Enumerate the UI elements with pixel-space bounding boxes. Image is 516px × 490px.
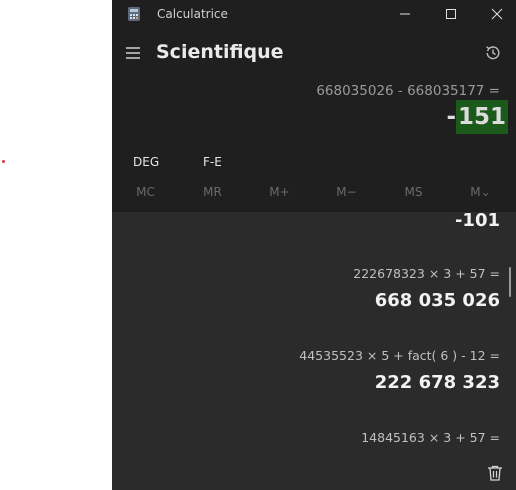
hamburger-icon[interactable]: [124, 44, 142, 62]
maximize-icon: [446, 9, 456, 19]
memory-list-button[interactable]: M⌄: [447, 185, 514, 199]
history-result[interactable]: 222 678 323: [375, 372, 500, 393]
minimize-button[interactable]: [382, 0, 428, 28]
minimize-icon: [400, 13, 410, 15]
history-result[interactable]: -101: [455, 210, 500, 231]
history-result[interactable]: 668 035 026: [375, 290, 500, 311]
memory-row: MC MR M+ M− MS M⌄: [112, 185, 516, 203]
result-selected-text[interactable]: 151: [455, 100, 508, 134]
memory-add-button[interactable]: M+: [246, 185, 313, 199]
history-expression[interactable]: 44535523 × 5 + fact( 6 ) - 12 =: [299, 348, 500, 363]
memory-store-button[interactable]: MS: [380, 185, 447, 199]
history-panel[interactable]: -101 222678323 × 3 + 57 = 668 035 026 44…: [112, 210, 516, 490]
mode-title: Scientifique: [156, 41, 284, 63]
memory-clear-button[interactable]: MC: [112, 185, 179, 199]
history-expression[interactable]: 14845163 × 3 + 57 =: [361, 430, 500, 445]
history-icon[interactable]: [484, 44, 502, 62]
trash-icon[interactable]: [486, 464, 504, 482]
calculator-window: Calculatrice Scientifique 668035026 - 66…: [112, 0, 516, 490]
result-display[interactable]: - 151: [446, 100, 508, 134]
close-icon: [491, 8, 503, 20]
fe-button[interactable]: F-E: [203, 155, 222, 169]
result-sign: -: [446, 104, 456, 130]
memory-subtract-button[interactable]: M−: [313, 185, 380, 199]
maximize-button[interactable]: [428, 0, 474, 28]
history-scrollbar[interactable]: [509, 267, 511, 297]
history-expression[interactable]: 222678323 × 3 + 57 =: [353, 266, 500, 281]
title-bar[interactable]: Calculatrice: [112, 0, 516, 28]
expression-display: 668035026 - 668035177 =: [316, 83, 500, 99]
memory-recall-button[interactable]: MR: [179, 185, 246, 199]
window-title: Calculatrice: [157, 7, 228, 21]
red-dot-marker: [2, 160, 5, 163]
angle-mode-button[interactable]: DEG: [133, 155, 159, 169]
desktop-background: [0, 0, 112, 490]
close-button[interactable]: [474, 0, 516, 28]
calculator-icon: [128, 7, 140, 21]
